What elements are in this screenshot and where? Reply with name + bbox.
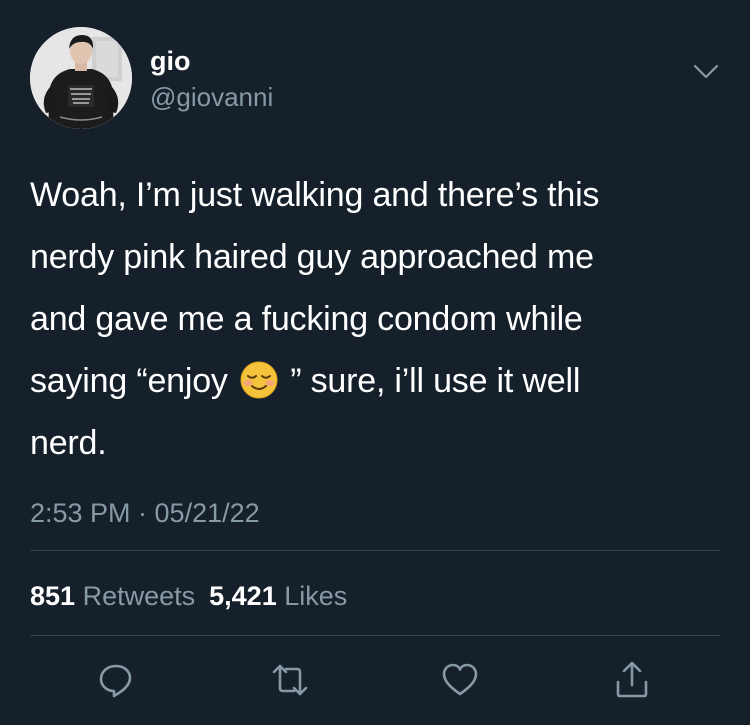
avatar-photo bbox=[30, 27, 132, 129]
divider bbox=[30, 550, 720, 551]
divider bbox=[30, 635, 720, 636]
likes-stat[interactable]: 5,421 Likes bbox=[209, 581, 347, 611]
tweet-timestamp[interactable]: 2:53 PM · 05/21/22 bbox=[30, 495, 260, 531]
retweets-count: 851 bbox=[30, 581, 76, 611]
share-icon[interactable] bbox=[612, 660, 652, 700]
tweet-stats: 851 Retweets 5,421 Likes bbox=[30, 578, 347, 614]
tweet-text: Woah, I’m just walking and there’s this … bbox=[30, 164, 720, 474]
smiling-face-emoji-icon bbox=[239, 360, 279, 400]
tweet-line-part: ” sure, i’ll use it well bbox=[280, 362, 581, 400]
tweet-line: Woah, I’m just walking and there’s this bbox=[30, 176, 600, 214]
like-icon[interactable] bbox=[440, 660, 480, 700]
chevron-down-icon[interactable] bbox=[692, 62, 720, 82]
tweet-line: nerd. bbox=[30, 424, 107, 462]
retweets-stat[interactable]: 851 Retweets bbox=[30, 581, 195, 611]
likes-count: 5,421 bbox=[209, 581, 277, 611]
tweet-line-part: saying “enjoy bbox=[30, 362, 237, 400]
display-name[interactable]: gio bbox=[150, 46, 191, 76]
tweet-line: and gave me a fucking condom while bbox=[30, 300, 583, 338]
tweet-line: nerdy pink haired guy approached me bbox=[30, 238, 594, 276]
avatar[interactable] bbox=[30, 27, 132, 129]
reply-icon[interactable] bbox=[96, 660, 136, 700]
retweets-label: Retweets bbox=[82, 581, 196, 611]
user-handle[interactable]: @giovanni bbox=[150, 82, 273, 112]
retweet-icon[interactable] bbox=[270, 660, 310, 700]
tweet-card: gio @giovanni Woah, I’m just walking and… bbox=[0, 0, 750, 725]
tweet-line: saying “enjoy ” sure, i’ll use it well bbox=[30, 350, 720, 412]
likes-label: Likes bbox=[284, 581, 348, 611]
